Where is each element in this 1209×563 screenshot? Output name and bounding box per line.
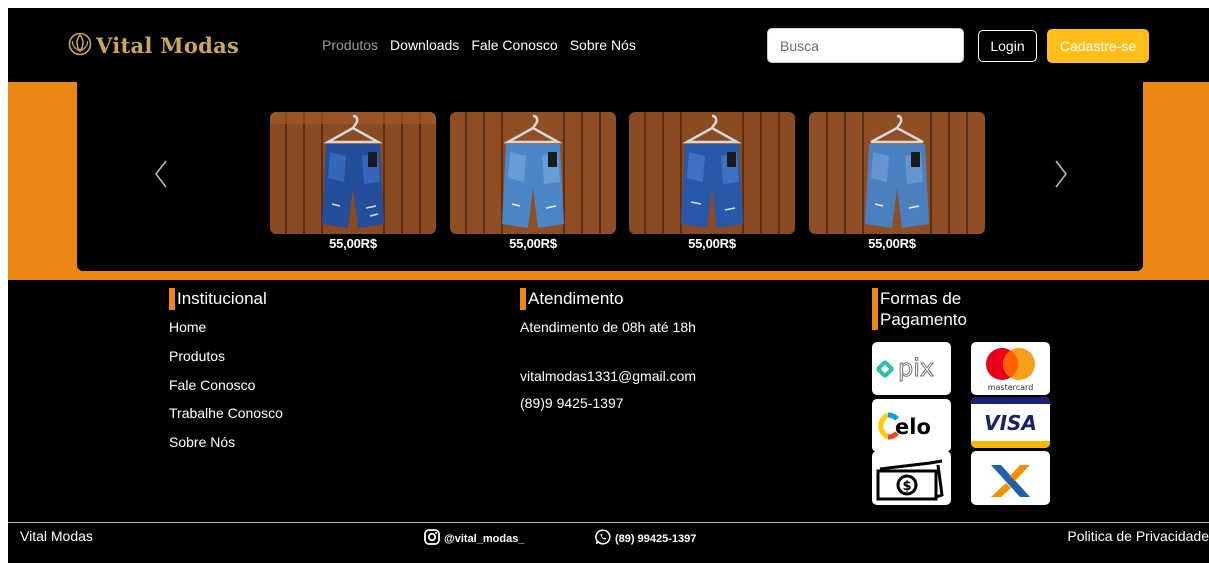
page: Vital Modas Produtos Downloads Fale Cono… — [8, 8, 1209, 563]
product-price: 55,00R$ — [688, 236, 736, 251]
product-band: 55,00R$ 55,00R$ 55,00R$ 55,00R$ — [8, 82, 1209, 280]
search-input[interactable] — [767, 28, 964, 63]
visa-logo: VISA — [971, 397, 1050, 448]
mastercard-logo: mastercard — [971, 342, 1050, 395]
product-card[interactable]: 55,00R$ — [270, 112, 436, 251]
product-image — [270, 112, 436, 234]
lotus-logo-icon — [68, 30, 92, 61]
service-hours: Atendimento de 08h até 18h — [520, 319, 696, 335]
institucional-title: Institucional — [169, 288, 369, 310]
product-card[interactable]: 55,00R$ — [450, 112, 616, 251]
carousel-next-button[interactable] — [1053, 158, 1069, 190]
institucional-section: Institucional Home Produtos Fale Conosco… — [169, 288, 369, 450]
product-card[interactable]: 55,00R$ — [809, 112, 985, 251]
svg-text:pix: pix — [898, 354, 934, 382]
brand-logo[interactable]: Vital Modas — [68, 30, 239, 61]
svg-text:$: $ — [902, 479, 911, 494]
whatsapp-link[interactable]: (89) 99425-1397 — [595, 529, 696, 548]
nav-fale-conosco[interactable]: Fale Conosco — [471, 37, 557, 53]
whatsapp-number: (89) 99425-1397 — [615, 532, 697, 545]
atendimento-section: Atendimento Atendimento de 08h até 18h v… — [520, 288, 780, 411]
svg-text:VISA: VISA — [984, 411, 1037, 435]
contact-phone: (89)9 9425-1397 — [520, 395, 624, 411]
pagamento-section: Formas de Pagamento — [872, 288, 1072, 330]
pagamento-title: Formas de Pagamento — [872, 288, 1072, 330]
product-price: 55,00R$ — [868, 236, 916, 251]
contact-email[interactable]: vitalmodas1331@gmail.com — [520, 368, 780, 384]
elo-logo: elo — [872, 399, 951, 452]
cash-logo: $ — [872, 451, 951, 505]
caixa-logo — [971, 451, 1050, 505]
site-header: Vital Modas Produtos Downloads Fale Cono… — [8, 8, 1209, 82]
carousel-prev-button[interactable] — [153, 158, 169, 190]
atendimento-title: Atendimento — [520, 288, 780, 310]
footer-link-home[interactable]: Home — [169, 319, 369, 335]
product-image — [809, 112, 985, 234]
footer-brand: Vital Modas — [20, 528, 93, 544]
product-image — [629, 112, 795, 234]
whatsapp-icon — [595, 529, 611, 548]
product-card[interactable]: 55,00R$ — [629, 112, 795, 251]
main-nav: Produtos Downloads Fale Conosco Sobre Nó… — [322, 37, 636, 53]
footer-link-produtos[interactable]: Produtos — [169, 348, 369, 364]
signup-button[interactable]: Cadastre-se — [1047, 29, 1149, 63]
product-price: 55,00R$ — [329, 236, 377, 251]
login-button[interactable]: Login — [978, 30, 1037, 62]
pix-logo: pix — [872, 342, 951, 395]
nav-produtos[interactable]: Produtos — [322, 37, 378, 53]
nav-sobre-nos[interactable]: Sobre Nós — [570, 37, 636, 53]
footer-divider — [8, 522, 1209, 523]
svg-text:elo: elo — [895, 415, 931, 439]
nav-downloads[interactable]: Downloads — [390, 37, 459, 53]
brand-name: Vital Modas — [96, 33, 240, 58]
footer-link-trabalhe-conosco[interactable]: Trabalhe Conosco — [169, 405, 369, 421]
product-price: 55,00R$ — [509, 236, 557, 251]
chevron-left-icon — [153, 160, 169, 194]
pagamento-title-line2: Pagamento — [880, 310, 967, 329]
privacy-policy-link[interactable]: Politica de Privacidade — [1067, 528, 1209, 544]
svg-text:mastercard: mastercard — [988, 383, 1034, 392]
chevron-right-icon — [1053, 160, 1069, 194]
accent-bar — [872, 288, 878, 330]
accent-bar — [169, 288, 175, 310]
instagram-link[interactable]: @vital_modas_ — [424, 529, 524, 548]
footer-link-sobre-nos[interactable]: Sobre Nós — [169, 434, 369, 450]
product-carousel: 55,00R$ 55,00R$ 55,00R$ 55,00R$ — [77, 82, 1143, 271]
accent-bar — [520, 288, 526, 310]
footer-link-fale-conosco[interactable]: Fale Conosco — [169, 377, 369, 393]
instagram-handle: @vital_modas_ — [444, 532, 525, 545]
instagram-icon — [424, 529, 440, 548]
pagamento-title-line1: Formas de — [880, 289, 962, 308]
product-image — [450, 112, 616, 234]
